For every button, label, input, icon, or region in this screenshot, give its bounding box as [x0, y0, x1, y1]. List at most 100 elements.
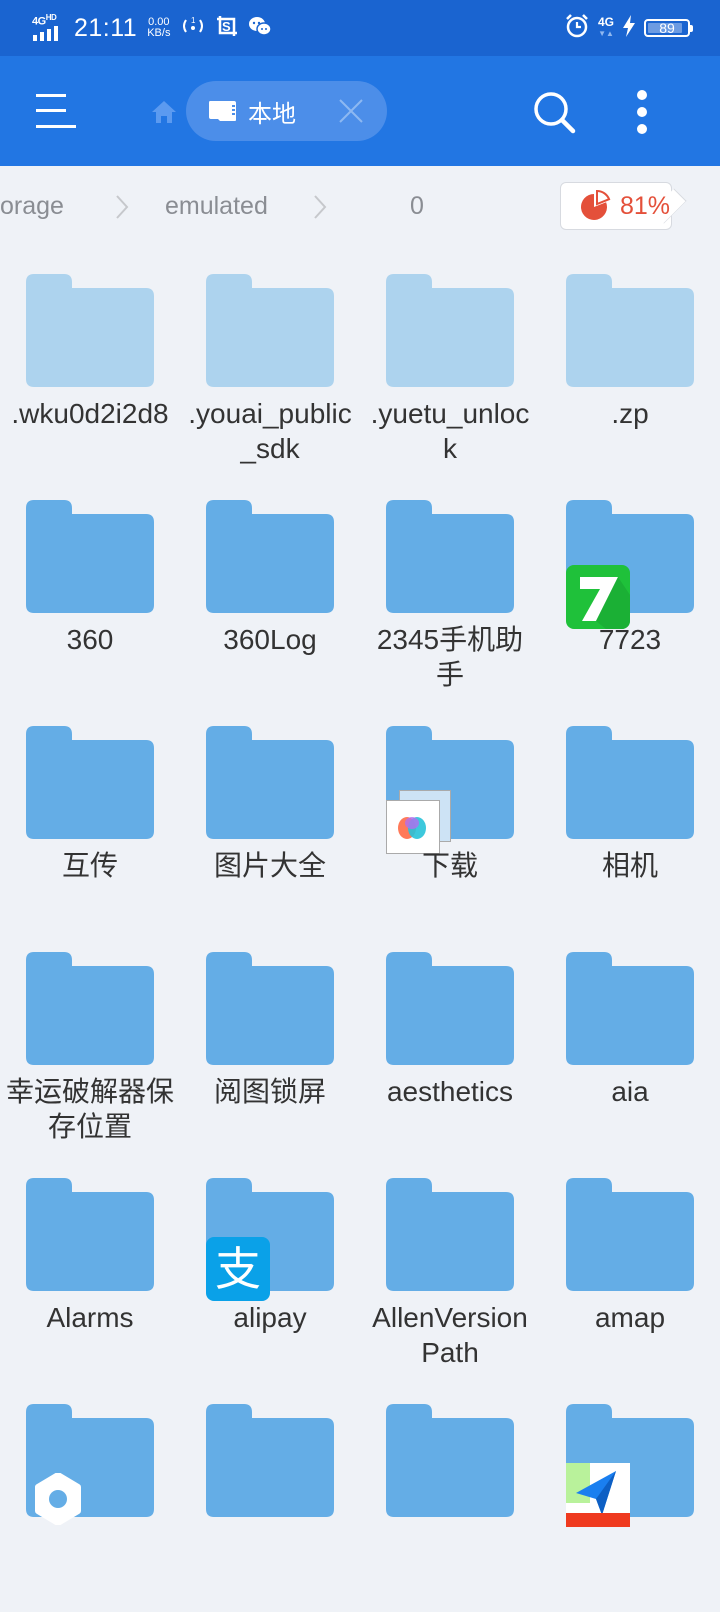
folder-icon	[26, 500, 154, 613]
7723-app-icon	[566, 565, 630, 629]
chevron-right-icon	[312, 194, 328, 220]
network-speed: 0.00 KB/s	[147, 17, 170, 39]
folder-item[interactable]: 图片大全	[180, 708, 360, 934]
folder-name: aia	[611, 1076, 649, 1107]
storage-percent: 81%	[620, 191, 671, 220]
folder-item[interactable]: 2345手机助手	[360, 482, 540, 708]
folder-icon	[566, 1178, 694, 1291]
folder-name: 相机	[601, 850, 658, 881]
cellular-signal-icon: 4GHD	[32, 13, 66, 43]
folder-name: 360Log	[223, 624, 317, 655]
folder-item[interactable]: .zp	[540, 256, 720, 482]
folder-name: 互传	[61, 850, 118, 881]
svg-text:S: S	[222, 19, 231, 34]
app-toolbar: 本地	[0, 56, 720, 166]
breadcrumb-item-0[interactable]: 0	[410, 192, 424, 221]
folder-item[interactable]: 支 alipay	[180, 1160, 360, 1386]
folder-icon	[206, 274, 334, 387]
battery-icon: 89	[644, 19, 693, 37]
pie-free-slice	[596, 189, 611, 206]
sd-card-icon	[208, 100, 238, 122]
folder-item[interactable]: 相机	[540, 708, 720, 934]
folder-icon	[206, 952, 334, 1065]
home-icon[interactable]	[151, 100, 177, 124]
folder-icon	[26, 274, 154, 387]
folder-item[interactable]: Alarms	[0, 1160, 180, 1386]
hd-label: HD	[45, 13, 57, 22]
folder-name: 7723	[598, 624, 662, 655]
clock: 21:11	[74, 13, 138, 42]
settings-gear-icon	[32, 1472, 84, 1526]
hamburger-menu-icon[interactable]	[36, 94, 76, 128]
folder-icon	[386, 1404, 514, 1517]
folder-icon	[206, 1404, 334, 1517]
folder-item[interactable]: AllenVersionPath	[360, 1160, 540, 1386]
folder-item[interactable]: 下载	[360, 708, 540, 934]
folder-name: .yuetu_unlock	[370, 398, 530, 464]
tab-label: 本地	[248, 100, 296, 128]
folder-name: AllenVersionPath	[372, 1302, 528, 1368]
speed-unit: KB/s	[147, 27, 171, 39]
folder-item[interactable]: 360Log	[180, 482, 360, 708]
folder-icon	[386, 500, 514, 613]
pie-chart-icon	[579, 189, 611, 222]
folder-item[interactable]: 阅图锁屏	[180, 934, 360, 1160]
folder-item[interactable]	[0, 1386, 180, 1612]
screenshot-s-icon: S	[216, 15, 238, 42]
4g-data-icon: 4G ▼▲	[597, 15, 614, 38]
folder-name: .youai_public_sdk	[188, 398, 352, 464]
breadcrumb: orage emulated 0 81%	[0, 166, 720, 250]
storage-usage-button[interactable]: 81%	[560, 182, 672, 230]
folder-name: 阅图锁屏	[213, 1076, 326, 1107]
folder-icon	[566, 726, 694, 839]
more-vertical-icon[interactable]	[628, 88, 656, 136]
folder-item[interactable]: 幸运破解器保存位置	[0, 934, 180, 1160]
folder-name: 2345手机助手	[376, 624, 524, 690]
folder-name: alipay	[233, 1302, 307, 1333]
folder-item[interactable]: aia	[540, 934, 720, 1160]
search-icon[interactable]	[530, 88, 578, 136]
folder-name: Alarms	[46, 1302, 134, 1333]
folder-item[interactable]: 360	[0, 482, 180, 708]
folder-name: .zp	[611, 398, 649, 429]
folder-name: .wku0d2i2d8	[11, 398, 169, 429]
folder-name: 图片大全	[213, 850, 326, 881]
hotspot-icon: 1	[180, 15, 206, 42]
charging-icon	[622, 14, 636, 42]
alarm-icon	[564, 13, 590, 44]
folder-name: 幸运破解器保存位置	[6, 1076, 175, 1142]
file-thumbnail-icon	[386, 790, 451, 854]
folder-item[interactable]: amap	[540, 1160, 720, 1386]
folder-icon	[26, 952, 154, 1065]
folder-name: 360	[66, 624, 114, 655]
folder-name: 下载	[421, 850, 478, 881]
svg-text:1: 1	[191, 16, 196, 25]
folder-item[interactable]: 互传	[0, 708, 180, 934]
folder-item[interactable]	[360, 1386, 540, 1612]
folder-icon	[26, 1178, 154, 1291]
folder-item[interactable]	[180, 1386, 360, 1612]
breadcrumb-item-emulated[interactable]: emulated	[165, 192, 268, 221]
folder-item[interactable]: .wku0d2i2d8	[0, 256, 180, 482]
close-icon[interactable]	[337, 97, 365, 125]
breadcrumb-item-storage[interactable]: orage	[0, 192, 64, 221]
folder-item[interactable]: aesthetics	[360, 934, 540, 1160]
folder-item[interactable]	[540, 1386, 720, 1612]
folder-name: aesthetics	[386, 1076, 514, 1107]
folder-item[interactable]: 7723	[540, 482, 720, 708]
folder-icon	[566, 952, 694, 1065]
tab-local[interactable]: 本地	[186, 81, 387, 141]
battery-level: 89	[659, 20, 675, 36]
folder-icon	[206, 726, 334, 839]
chevron-right-icon	[114, 194, 130, 220]
folder-icon	[26, 726, 154, 839]
alipay-app-icon: 支	[206, 1237, 270, 1301]
status-bar: 4GHD 21:11 0.00 KB/s 1 S 4G ▼▲ 89	[0, 0, 720, 56]
amap-app-icon	[566, 1463, 630, 1527]
folder-name: amap	[594, 1302, 666, 1333]
folder-item[interactable]: .youai_public_sdk	[180, 256, 360, 482]
folder-icon	[386, 1178, 514, 1291]
folder-icon	[566, 274, 694, 387]
folder-item[interactable]: .yuetu_unlock	[360, 256, 540, 482]
folder-icon	[386, 952, 514, 1065]
